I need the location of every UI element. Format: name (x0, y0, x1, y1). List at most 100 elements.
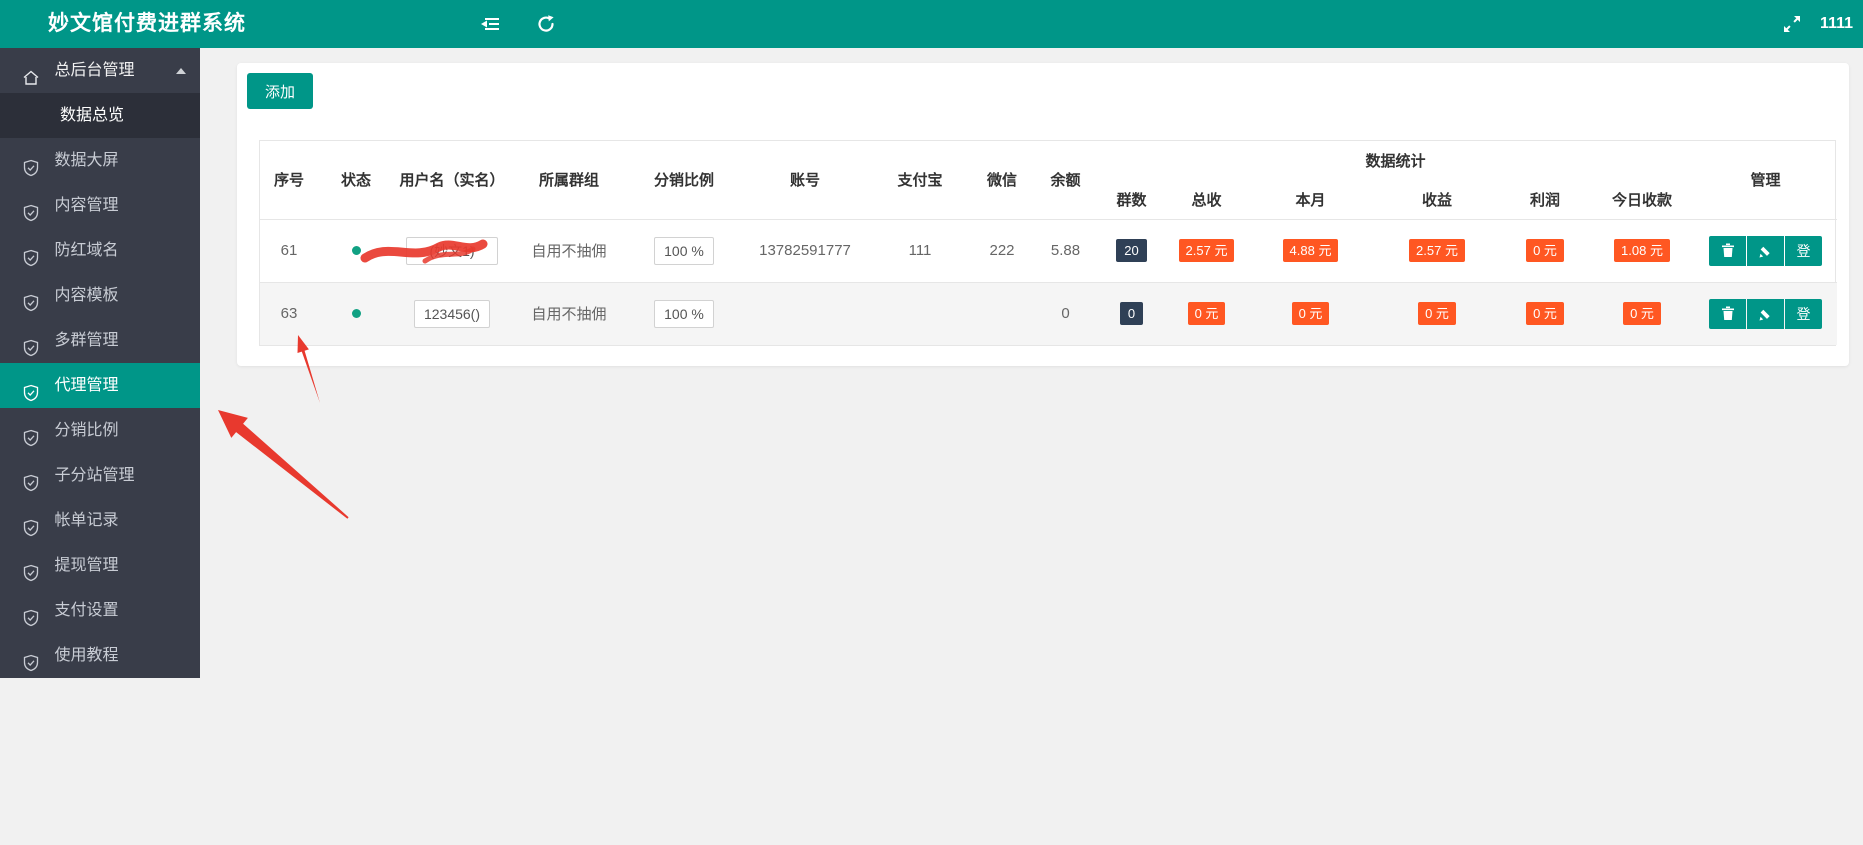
cell-account (740, 281, 870, 345)
shield-check-icon (22, 240, 40, 267)
username-box[interactable]: 123456() (413, 299, 491, 328)
edit-button[interactable] (1747, 298, 1785, 329)
shield-check-icon (22, 285, 40, 312)
app-header: 妙文馆付费进群系统 1111 (0, 0, 1863, 48)
col-header-group-count: 群数 (1116, 191, 1147, 209)
sidebar-item-label: 数据总览 (60, 107, 125, 124)
status-dot-icon (351, 246, 361, 255)
sidebar-item-label: 防红域名 (54, 242, 119, 259)
this-month-badge: 0 元 (1291, 302, 1330, 326)
col-header-earnings: 收益 (1421, 191, 1452, 209)
col-header-alipay: 支付宝 (897, 172, 943, 190)
col-header-group: 所属群组 (538, 172, 599, 190)
today-income-badge: 1.08 元 (1614, 239, 1670, 262)
edit-button[interactable] (1747, 235, 1785, 266)
sidebar-item-label: 使用教程 (54, 647, 119, 664)
agent-table-card: 添加 序号 状态 用户名（实名） 所属群组 分销比例 账号 支付宝 微信 余额 … (237, 63, 1849, 366)
col-header-this-month: 本月 (1295, 191, 1326, 209)
col-header-ratio: 分销比例 (653, 172, 714, 190)
delete-button[interactable] (1709, 298, 1747, 329)
shield-check-icon (22, 600, 40, 627)
col-header-account: 账号 (789, 172, 820, 190)
shield-check-icon (22, 465, 40, 492)
app-title: 妙文馆付费进群系统 (48, 12, 246, 35)
sidebar-item-label: 帐单记录 (54, 512, 119, 529)
sidebar-item-payment-settings[interactable]: 支付设置 (0, 588, 200, 633)
shield-check-icon (22, 195, 40, 222)
profit-badge: 0 元 (1526, 239, 1564, 262)
sidebar-item-content-manage[interactable]: 内容管理 (0, 183, 200, 228)
shield-check-icon (22, 150, 40, 177)
login-as-button[interactable]: 登 (1785, 235, 1823, 266)
cell-group: 自用不抽佣 (510, 281, 628, 345)
sidebar-item-withdraw-manage[interactable]: 提现管理 (0, 543, 200, 588)
sidebar-item-label: 数据大屏 (54, 152, 119, 169)
sidebar-item-data-screen[interactable]: 数据大屏 (0, 138, 200, 183)
sidebar-item-antired-domain[interactable]: 防红域名 (0, 228, 200, 273)
shield-check-icon (22, 420, 40, 447)
col-header-profit: 利润 (1529, 191, 1560, 209)
group-count-badge: 20 (1116, 239, 1147, 262)
col-header-balance: 余额 (1050, 172, 1081, 190)
sidebar-item-tutorial[interactable]: 使用教程 (0, 633, 200, 678)
sidebar-item-label: 内容管理 (54, 197, 119, 214)
ratio-box[interactable]: 100 % (654, 236, 714, 265)
this-month-badge: 4.88 元 (1282, 239, 1339, 262)
col-header-stats-group: 数据统计 (1365, 153, 1426, 170)
today-income-badge: 0 元 (1623, 302, 1661, 326)
profit-badge: 0 元 (1526, 302, 1564, 326)
group-count-badge: 0 (1119, 302, 1144, 326)
cell-balance: 5.88 (1034, 218, 1097, 282)
sidebar-item-label: 分销比例 (54, 422, 119, 439)
trash-icon (1721, 306, 1734, 321)
sidebar-item-data-overview[interactable]: 数据总览 (0, 93, 200, 138)
collapse-menu-icon[interactable] (480, 14, 500, 34)
main-content: 添加 序号 状态 用户名（实名） 所属群组 分销比例 账号 支付宝 微信 余额 … (200, 48, 1863, 845)
sidebar-item-agent-manage[interactable]: 代理管理 (0, 363, 200, 408)
table-row: 61 (妙文1) 自用不抽佣 100 % 13782591777 111 222… (260, 218, 1838, 282)
refresh-icon[interactable] (536, 14, 556, 34)
sidebar-item-label: 代理管理 (54, 377, 119, 394)
earnings-badge: 0 元 (1418, 302, 1456, 326)
shield-check-icon (22, 330, 40, 357)
sidebar-item-label: 子分站管理 (54, 467, 135, 484)
cell-alipay (870, 281, 970, 345)
cell-seq: 63 (260, 281, 318, 345)
table-row: 63 123456() 自用不抽佣 100 % 0 0 0 元 0 元 0 元 (260, 281, 1838, 345)
shield-check-icon (22, 510, 40, 537)
trash-icon (1721, 243, 1734, 257)
delete-button[interactable] (1709, 235, 1747, 266)
cell-alipay: 111 (870, 218, 970, 282)
user-badge[interactable]: 1111 (1820, 0, 1853, 48)
shield-check-icon (22, 645, 40, 672)
col-header-today-income: 今日收款 (1612, 191, 1673, 209)
fullscreen-icon[interactable] (1782, 14, 1802, 34)
sidebar-item-admin-root[interactable]: 总后台管理 (0, 48, 200, 93)
add-button[interactable]: 添加 (247, 73, 314, 109)
sidebar: 总后台管理 数据总览 数据大屏 内容管理 防红域名 内容模板 多群管理 代理管理… (0, 48, 200, 678)
pencil-icon (1759, 246, 1770, 257)
col-header-seq: 序号 (273, 172, 304, 190)
col-header-status: 状态 (340, 172, 371, 190)
home-icon (22, 60, 40, 85)
earnings-badge: 2.57 元 (1409, 239, 1465, 262)
cell-wechat: 222 (970, 218, 1034, 282)
username-box[interactable]: (妙文1) (360, 236, 498, 265)
total-income-badge: 0 元 (1187, 302, 1226, 326)
sidebar-item-label: 提现管理 (54, 557, 119, 574)
ratio-box[interactable]: 100 % (654, 299, 714, 328)
status-dot-icon (351, 309, 361, 319)
sidebar-item-label: 支付设置 (54, 602, 119, 619)
login-as-button[interactable]: 登 (1785, 298, 1823, 329)
sidebar-item-label: 内容模板 (54, 287, 119, 304)
sidebar-item-label: 多群管理 (54, 332, 119, 349)
sidebar-item-distribution-ratio[interactable]: 分销比例 (0, 408, 200, 453)
col-header-wechat: 微信 (986, 172, 1017, 190)
sidebar-item-multi-group[interactable]: 多群管理 (0, 318, 200, 363)
caret-up-icon (176, 68, 186, 74)
sidebar-item-substation[interactable]: 子分站管理 (0, 453, 200, 498)
sidebar-item-bill-record[interactable]: 帐单记录 (0, 498, 200, 543)
col-header-total-income: 总收 (1191, 191, 1222, 209)
sidebar-item-content-template[interactable]: 内容模板 (0, 273, 200, 318)
col-header-manage: 管理 (1750, 172, 1781, 190)
